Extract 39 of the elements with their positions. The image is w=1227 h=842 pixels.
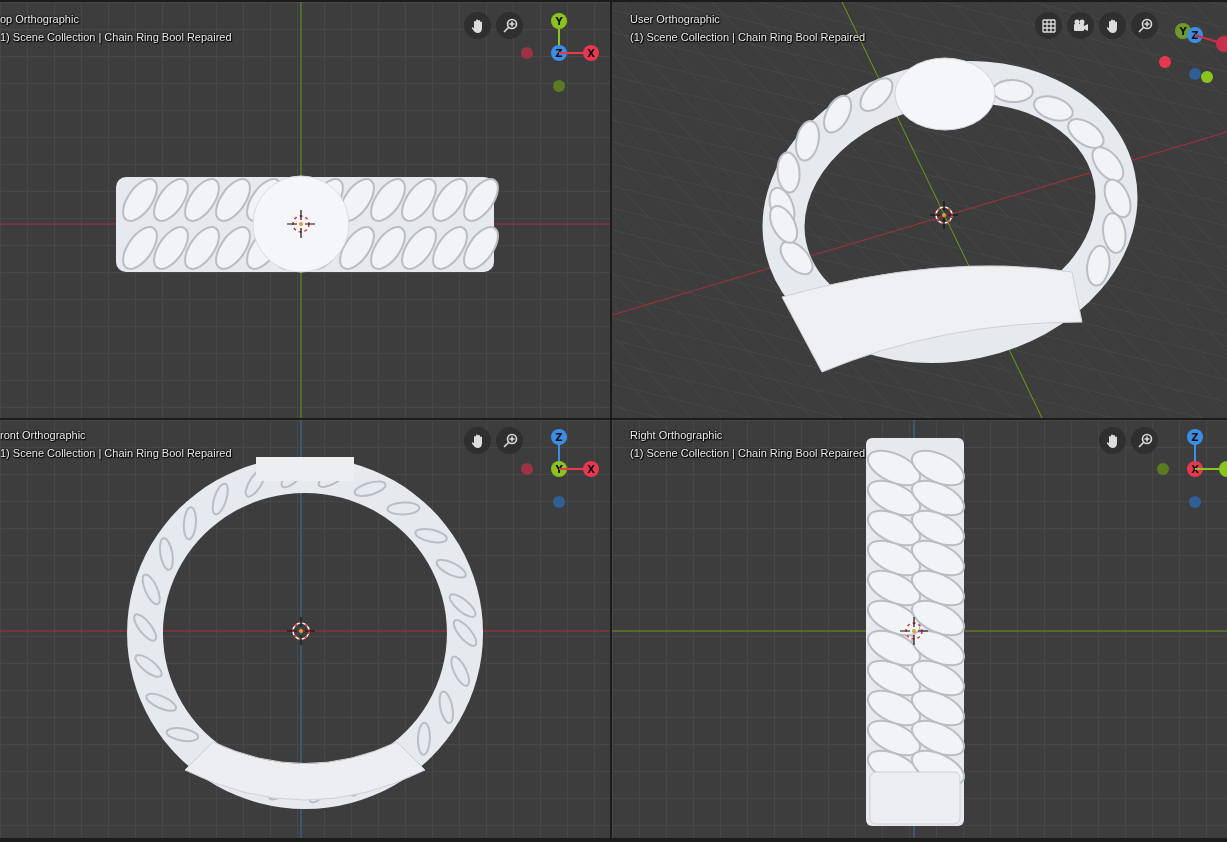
- collection-label: 1) Scene Collection | Chain Ring Bool Repaired: [0, 31, 232, 43]
- viewport[interactable]: Y Z User Orthographic (1) Scene Collection | Chain Ring Bool Repaired: [612, 2, 1227, 418]
- view-title: ront Orthographic: [0, 429, 87, 441]
- axis-handle[interactable]: Z: [1187, 27, 1203, 43]
- crosshair-icon: [899, 616, 929, 646]
- crosshair-icon: [929, 200, 959, 230]
- hand-button[interactable]: [464, 12, 491, 39]
- view-title: Right Orthographic: [630, 429, 724, 441]
- zoom-icon: [501, 17, 518, 34]
- zoom-icon: [501, 432, 518, 449]
- hand-button[interactable]: [1099, 427, 1126, 454]
- zoom-button[interactable]: [496, 12, 523, 39]
- collection-label: 1) Scene Collection | Chain Ring Bool Repaired: [0, 447, 232, 459]
- collection-label: (1) Scene Collection | Chain Ring Bool Repaired: [630, 31, 866, 43]
- crosshair-icon: [286, 616, 316, 646]
- axis-dot[interactable]: [1157, 463, 1169, 475]
- axis-dot[interactable]: [521, 47, 533, 59]
- axis-dot[interactable]: [553, 496, 565, 508]
- axis-dot[interactable]: [1159, 56, 1171, 68]
- axis-dot[interactable]: [553, 80, 565, 92]
- zoom-icon: [1136, 17, 1153, 34]
- axis-dot[interactable]: [1189, 496, 1201, 508]
- zoom-button[interactable]: [1131, 427, 1158, 454]
- view-title: op Orthographic: [0, 13, 80, 25]
- collection-label: (1) Scene Collection | Chain Ring Bool Repaired: [630, 447, 866, 459]
- hand-button[interactable]: [1099, 12, 1126, 39]
- axis-dot[interactable]: [1201, 71, 1213, 83]
- camera-icon: [1072, 17, 1089, 34]
- camera-button[interactable]: [1067, 12, 1094, 39]
- view-title: User Orthographic: [630, 13, 721, 25]
- crosshair-icon: [286, 209, 316, 239]
- zoom-icon: [1136, 432, 1153, 449]
- zoom-button[interactable]: [1131, 12, 1158, 39]
- grid-button[interactable]: [1035, 12, 1062, 39]
- zoom-button[interactable]: [496, 427, 523, 454]
- axis-dot[interactable]: [521, 463, 533, 475]
- axis-dot[interactable]: [1189, 68, 1201, 80]
- grid-icon: [1040, 17, 1057, 34]
- hand-button[interactable]: [464, 427, 491, 454]
